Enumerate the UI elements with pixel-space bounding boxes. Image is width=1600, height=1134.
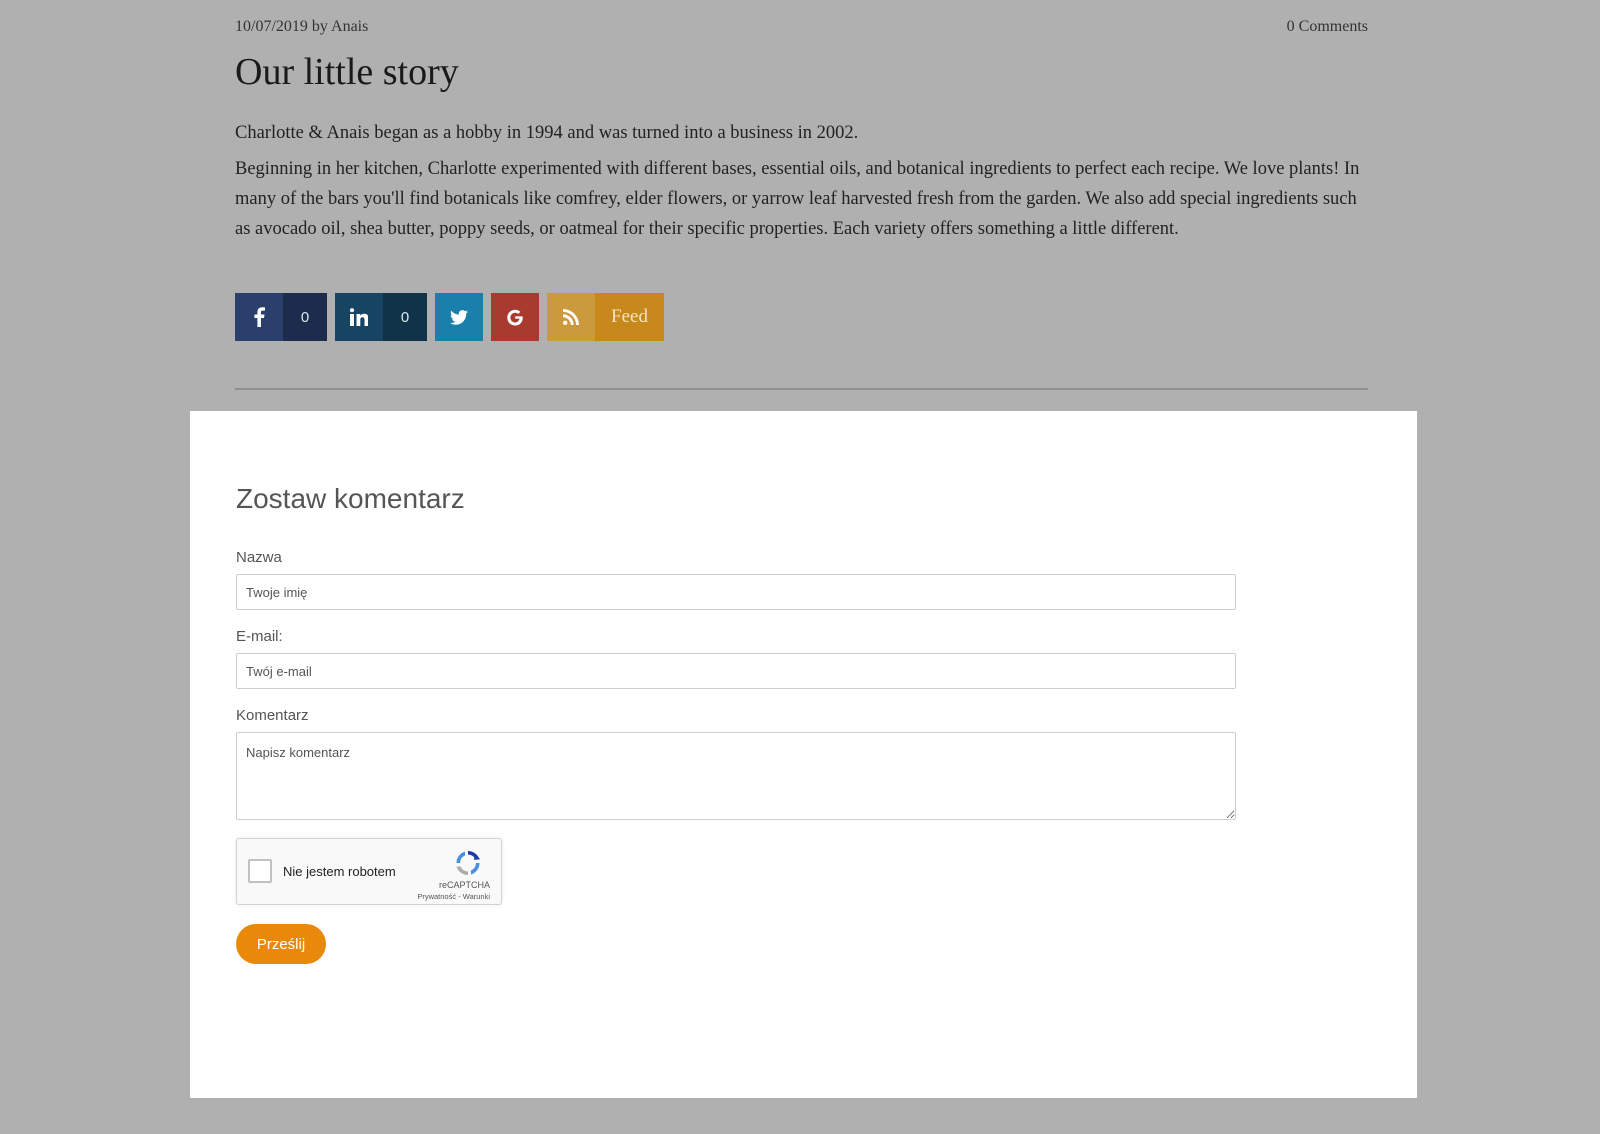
linkedin-share-button[interactable]: 0 [335,293,427,341]
comment-textarea[interactable] [236,732,1236,820]
section-divider [235,388,1368,390]
linkedin-share-count: 0 [383,293,427,341]
rss-feed-label: Feed [595,293,664,341]
rss-icon [547,293,595,341]
share-bar: 0 0 Feed [235,293,664,341]
facebook-share-count: 0 [283,293,327,341]
recaptcha-checkbox[interactable] [248,859,272,883]
post-title: Our little story [235,51,459,93]
post-paragraph: Charlotte & Anais began as a hobby in 19… [235,123,859,143]
email-label: E-mail: [236,628,283,645]
google-icon [491,293,539,341]
linkedin-icon [335,293,383,341]
recaptcha-label: Nie jestem robotem [283,864,396,879]
name-label: Nazwa [236,549,282,566]
facebook-icon [235,293,283,341]
comment-form-title: Zostaw komentarz [236,483,465,514]
comment-label: Komentarz [236,707,309,724]
post-date-author: 10/07/2019 by Anais [235,18,369,35]
comment-form-panel: Zostaw komentarz Nazwa E-mail: Komentarz… [190,411,1417,1098]
google-share-button[interactable] [491,293,539,341]
submit-button[interactable]: Prześlij [236,924,326,964]
name-input[interactable] [236,574,1236,610]
comments-count-link[interactable]: 0 Comments [1287,18,1368,36]
recaptcha-privacy-terms-links[interactable]: Prywatność - Warunki [417,892,490,901]
twitter-icon [435,293,483,341]
rss-feed-button[interactable]: Feed [547,293,664,341]
post-body: Charlotte & Anais began as a hobby in 19… [235,118,1368,250]
recaptcha-widget: Nie jestem robotem reCAPTCHA Prywatność … [236,838,502,905]
email-input[interactable] [236,653,1236,689]
twitter-share-button[interactable] [435,293,483,341]
post-meta: 10/07/2019 by Anais 0 Comments [235,18,1368,40]
post-paragraph: Beginning in her kitchen, Charlotte expe… [235,159,1360,239]
recaptcha-logo-icon [456,851,480,875]
facebook-share-button[interactable]: 0 [235,293,327,341]
recaptcha-brand: reCAPTCHA [438,880,490,890]
